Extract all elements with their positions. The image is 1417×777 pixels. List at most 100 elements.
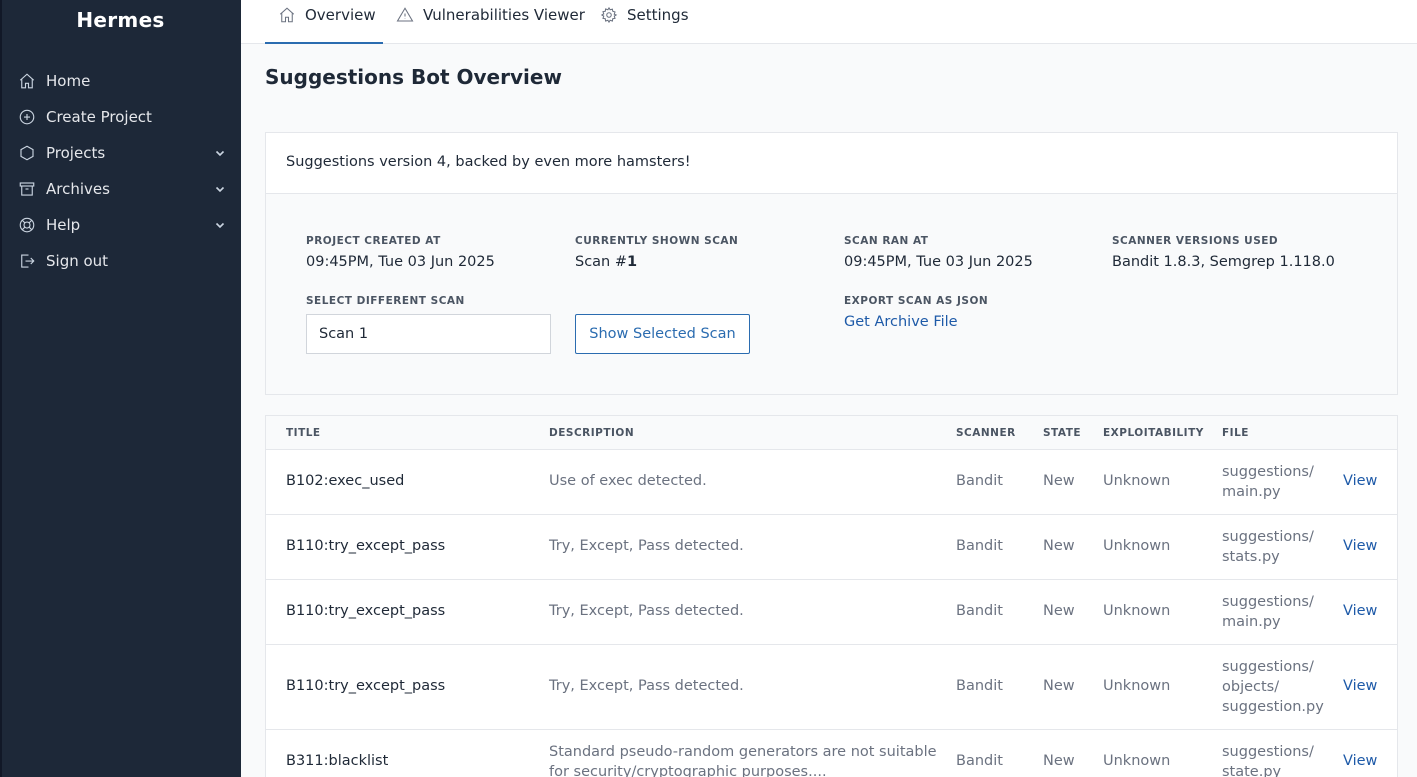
field-label: Project Created At: [306, 235, 441, 247]
cell-exploitability: Unknown: [1103, 473, 1171, 489]
cell-scanner: Bandit: [956, 678, 1003, 694]
view-link[interactable]: View: [1343, 678, 1377, 694]
plus-circle-icon: [18, 108, 36, 126]
scan-ran-field: Scan Ran At 09:45PM, Tue 03 Jun 2025: [844, 235, 1033, 270]
get-archive-file-link[interactable]: Get Archive File: [844, 314, 988, 330]
sidebar-item-archives[interactable]: Archives: [10, 171, 232, 207]
project-created-field: Project Created At 09:45PM, Tue 03 Jun 2…: [306, 235, 495, 270]
tab-overview[interactable]: Overview: [265, 0, 383, 44]
tab-label: Settings: [627, 6, 689, 24]
cell-state: New: [1043, 603, 1075, 619]
home-icon: [278, 6, 296, 24]
column-header-state: STATE: [1043, 427, 1082, 439]
field-value: Scan #1: [575, 254, 738, 270]
sidebar-item-label: Create Project: [46, 108, 152, 126]
sidebar-item-label: Projects: [46, 144, 106, 162]
cell-file: suggestions/ main.py: [1222, 594, 1314, 630]
home-icon: [18, 72, 36, 90]
page-title: Suggestions Bot Overview: [265, 65, 562, 89]
select-scan-label-wrap: Select Different Scan: [306, 295, 465, 307]
scan-number: 1: [627, 254, 638, 270]
column-header-description: DESCRIPTION: [549, 427, 635, 439]
sidebar-item-label: Archives: [46, 180, 110, 198]
cell-description: Standard pseudo-random generators are no…: [549, 744, 937, 777]
cell-scanner: Bandit: [956, 538, 1003, 554]
tab-label: Overview: [305, 6, 376, 24]
sidebar-item-label: Help: [46, 216, 81, 234]
cell-description: Try, Except, Pass detected.: [549, 678, 744, 694]
field-value: 09:45PM, Tue 03 Jun 2025: [844, 254, 1033, 270]
cell-state: New: [1043, 473, 1075, 489]
cell-exploitability: Unknown: [1103, 678, 1171, 694]
chevron-down-icon[interactable]: [214, 219, 226, 231]
cell-scanner: Bandit: [956, 473, 1003, 489]
gear-icon: [600, 6, 618, 24]
cell-description: Try, Except, Pass detected.: [549, 538, 744, 554]
cell-exploitability: Unknown: [1103, 538, 1171, 554]
warning-icon: [396, 6, 414, 24]
sidebar-item-home[interactable]: Home: [10, 63, 232, 99]
cell-file: suggestions/ state.py: [1222, 744, 1314, 777]
column-header-title: TITLE: [286, 427, 321, 439]
cube-icon: [18, 144, 36, 162]
cell-exploitability: Unknown: [1103, 753, 1171, 769]
table-row[interactable]: B110:try_except_pass Try, Except, Pass d…: [266, 645, 1397, 730]
card-header: Suggestions version 4, backed by even mo…: [266, 133, 1397, 194]
app-logo[interactable]: Hermes: [0, 8, 241, 32]
sidebar-item-create-project[interactable]: Create Project: [10, 99, 232, 135]
top-tab-bar: Overview Vulnerabilities Viewer Settings: [241, 0, 1417, 44]
view-link[interactable]: View: [1343, 603, 1377, 619]
field-label: Currently Shown Scan: [575, 235, 739, 247]
tab-label: Vulnerabilities Viewer: [423, 6, 585, 24]
sign-out-icon: [18, 252, 36, 270]
scanner-versions-field: Scanner Versions Used Bandit 1.8.3, Semg…: [1112, 235, 1335, 270]
cell-file: suggestions/ main.py: [1222, 464, 1314, 500]
table-row[interactable]: B311:blacklist Standard pseudo-random ge…: [266, 730, 1397, 777]
scan-info-card: Suggestions version 4, backed by even mo…: [265, 132, 1398, 395]
field-label: Scanner Versions Used: [1112, 235, 1279, 247]
sidebar-item-help[interactable]: Help: [10, 207, 232, 243]
field-label: Export Scan as JSON: [844, 295, 989, 307]
table-row[interactable]: B110:try_except_pass Try, Except, Pass d…: [266, 580, 1397, 645]
field-value: Bandit 1.8.3, Semgrep 1.118.0: [1112, 254, 1335, 270]
table-row[interactable]: B110:try_except_pass Try, Except, Pass d…: [266, 515, 1397, 580]
field-value: 09:45PM, Tue 03 Jun 2025: [306, 254, 495, 270]
cell-title: B110:try_except_pass: [286, 538, 446, 554]
cell-state: New: [1043, 753, 1075, 769]
sidebar: Hermes Home Create Project Projects Arch…: [0, 0, 241, 777]
sidebar-item-projects[interactable]: Projects: [10, 135, 232, 171]
field-label: Select Different Scan: [306, 295, 465, 307]
sidebar-item-sign-out[interactable]: Sign out: [10, 243, 232, 279]
findings-table: TITLE DESCRIPTION SCANNER STATE EXPLOITA…: [265, 415, 1398, 777]
show-selected-scan-button[interactable]: Show Selected Scan: [575, 314, 750, 354]
chevron-down-icon[interactable]: [214, 147, 226, 159]
tab-settings[interactable]: Settings: [600, 0, 689, 44]
view-link[interactable]: View: [1343, 538, 1377, 554]
field-label: Scan Ran At: [844, 235, 929, 247]
tab-vulnerabilities-viewer[interactable]: Vulnerabilities Viewer: [396, 0, 585, 44]
cell-title: B110:try_except_pass: [286, 678, 446, 694]
cell-description: Use of exec detected.: [549, 473, 707, 489]
table-header: TITLE DESCRIPTION SCANNER STATE EXPLOITA…: [266, 416, 1397, 450]
column-header-exploitability: EXPLOITABILITY: [1103, 427, 1204, 439]
scan-select[interactable]: Scan 1: [306, 314, 551, 354]
cell-description: Try, Except, Pass detected.: [549, 603, 744, 619]
cell-exploitability: Unknown: [1103, 603, 1171, 619]
cell-title: B311:blacklist: [286, 753, 389, 769]
view-link[interactable]: View: [1343, 473, 1377, 489]
sidebar-item-label: Sign out: [46, 252, 109, 270]
cell-file: suggestions/ objects/ suggestion.py: [1222, 659, 1324, 715]
scan-prefix: Scan #: [575, 254, 628, 270]
table-row[interactable]: B102:exec_used Use of exec detected. Ban…: [266, 450, 1397, 515]
lifebuoy-icon: [18, 216, 36, 234]
sidebar-nav: Home Create Project Projects Archives He…: [10, 63, 232, 279]
cell-scanner: Bandit: [956, 753, 1003, 769]
cell-scanner: Bandit: [956, 603, 1003, 619]
cell-file: suggestions/ stats.py: [1222, 529, 1314, 565]
archive-icon: [18, 180, 36, 198]
chevron-down-icon[interactable]: [214, 183, 226, 195]
view-link[interactable]: View: [1343, 753, 1377, 769]
cell-title: B102:exec_used: [286, 473, 405, 489]
sidebar-item-label: Home: [46, 72, 91, 90]
cell-title: B110:try_except_pass: [286, 603, 446, 619]
